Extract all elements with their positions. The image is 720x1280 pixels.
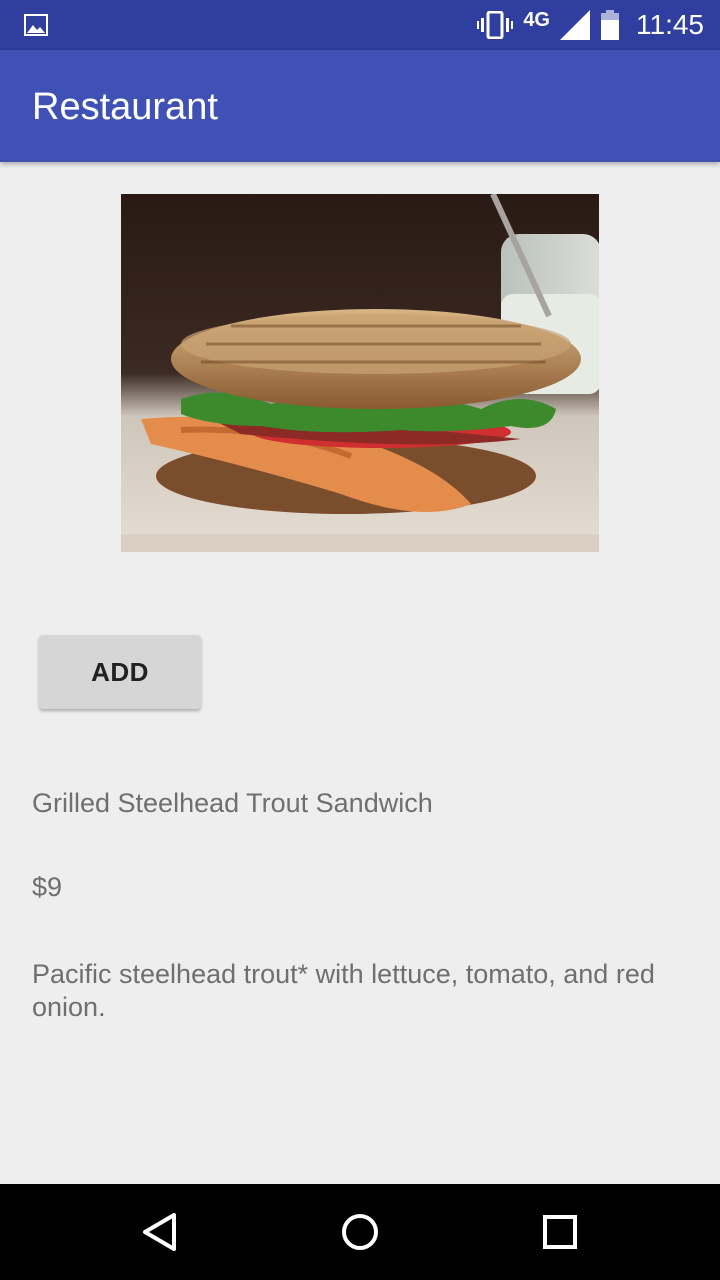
image-icon bbox=[24, 14, 48, 36]
status-bar: 4G 11:45 bbox=[0, 0, 720, 50]
item-price: $9 bbox=[32, 872, 63, 902]
add-button[interactable]: ADD bbox=[39, 635, 201, 709]
app-bar: Restaurant bbox=[0, 50, 720, 162]
item-name: Grilled Steelhead Trout Sandwich bbox=[32, 788, 433, 818]
clock: 11:45 bbox=[636, 9, 704, 40]
page-title: Restaurant bbox=[32, 86, 218, 128]
food-image bbox=[121, 194, 599, 552]
signal-icon bbox=[560, 10, 590, 40]
item-description: Pacific steelhead trout* with lettuce, t… bbox=[32, 959, 655, 1022]
back-icon[interactable] bbox=[140, 1212, 180, 1252]
recents-icon[interactable] bbox=[542, 1214, 578, 1250]
navigation-bar bbox=[0, 1184, 720, 1280]
home-icon[interactable] bbox=[340, 1212, 380, 1252]
vibrate-icon bbox=[477, 11, 514, 39]
battery-icon bbox=[601, 10, 619, 40]
network-type: 4G bbox=[523, 8, 550, 31]
